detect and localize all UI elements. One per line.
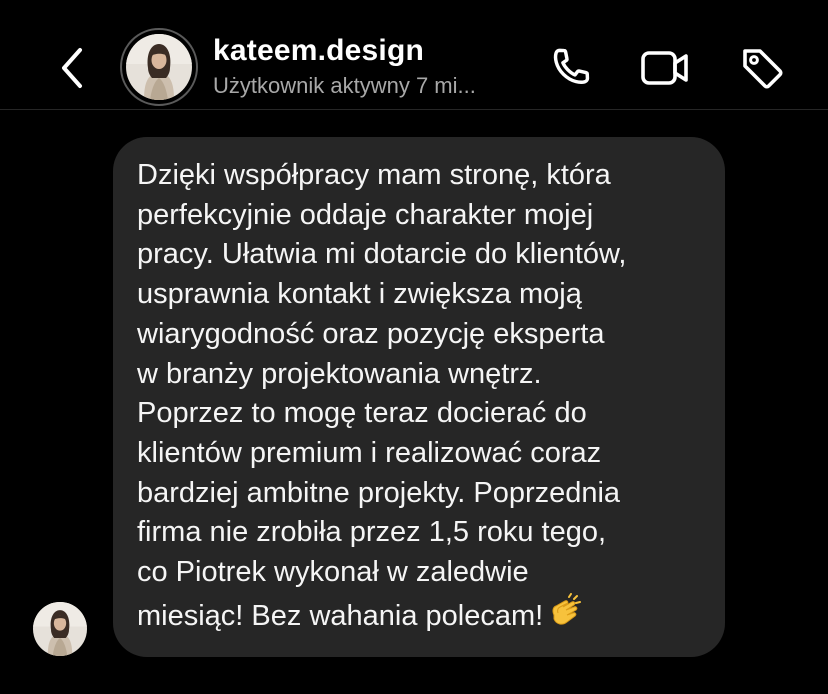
- message-line-last: miesiąc! Bez wahania polecam!: [137, 592, 703, 637]
- profile-avatar-button[interactable]: [120, 28, 198, 106]
- message-line: perfekcyjnie oddaje charakter mojej: [137, 198, 594, 231]
- video-camera-icon: [641, 51, 688, 85]
- message-line-text: miesiąc! Bez wahania polecam!: [137, 599, 544, 632]
- username: kateem.design: [213, 34, 425, 67]
- message-line: Dzięki współpracy mam stronę, która: [137, 159, 611, 191]
- avatar: [126, 34, 192, 100]
- tag-button[interactable]: [734, 40, 790, 96]
- message-line: klientów premium i realizować coraz: [137, 436, 602, 469]
- message-line: Poprzez to mogę teraz docierać do: [137, 397, 587, 430]
- clapping-hands-icon: [552, 592, 582, 625]
- tag-icon: [743, 49, 783, 89]
- message-bubble[interactable]: Dzięki współpracy mam stronę, która perf…: [113, 137, 725, 657]
- activity-status: Użytkownik aktywny 7 mi...: [213, 73, 476, 98]
- sender-avatar[interactable]: [33, 602, 87, 656]
- chat-title[interactable]: kateem.design Użytkownik aktywny 7 mi...: [213, 32, 523, 102]
- message-line: w branży projektowania wnętrz.: [137, 357, 542, 390]
- message-line: co Piotrek wykonał w zaledwie: [137, 556, 529, 589]
- message-line: firma nie zrobiła przez 1,5 roku tego,: [137, 516, 607, 549]
- phone-icon: [553, 48, 590, 84]
- message-text: Dzięki współpracy mam stronę, która perf…: [137, 156, 703, 636]
- call-button[interactable]: [542, 40, 598, 96]
- back-button[interactable]: [52, 44, 92, 92]
- chevron-left-icon: [62, 48, 82, 88]
- chat-header: kateem.design Użytkownik aktywny 7 mi...: [0, 0, 828, 110]
- video-call-button[interactable]: [637, 40, 693, 96]
- message-line: wiarygodność oraz pozycję eksperta: [137, 317, 605, 350]
- message-line: bardziej ambitne projekty. Poprzednia: [137, 476, 621, 509]
- message-line: pracy. Ułatwia mi dotarcie do klientów,: [137, 238, 627, 271]
- message-line: usprawnia kontakt i zwiększa moją: [137, 278, 582, 311]
